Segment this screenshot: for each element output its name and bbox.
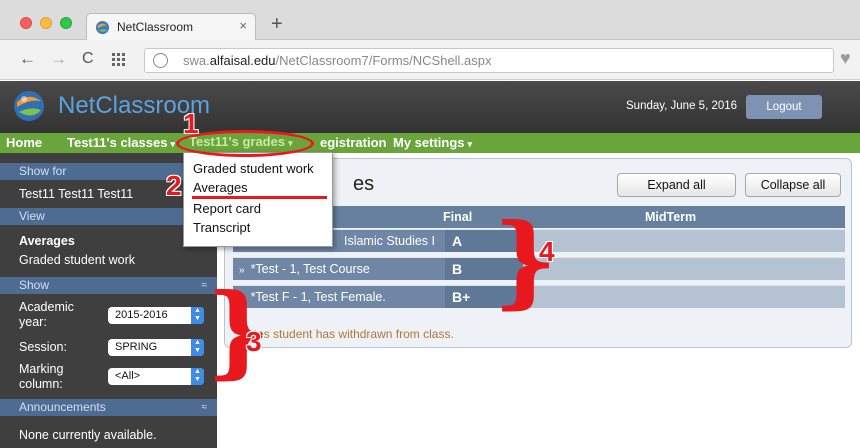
chevron-down-icon: ▾ bbox=[467, 139, 473, 149]
annotation-number-2: 2 bbox=[166, 170, 182, 201]
new-tab-button[interactable]: + bbox=[271, 14, 283, 34]
expand-all-button[interactable]: Expand all bbox=[617, 173, 736, 197]
show-heading[interactable]: Show ≈ bbox=[0, 277, 217, 294]
annotation-number-1: 1 bbox=[183, 108, 199, 139]
menu-registration[interactable]: egistration bbox=[320, 135, 386, 150]
logout-button[interactable]: Logout bbox=[746, 95, 822, 119]
address-bar[interactable]: swa.alfaisal.edu/NetClassroom7/Forms/NCS… bbox=[144, 48, 834, 73]
url-text: swa.alfaisal.edu/NetClassroom7/Forms/NCS… bbox=[183, 53, 492, 68]
dropdown-averages[interactable]: Averages bbox=[193, 180, 248, 195]
view-graded-work-link[interactable]: Graded student work bbox=[19, 253, 135, 267]
academic-year-select[interactable]: 2015-2016 ▲ ▼ bbox=[108, 307, 204, 324]
panel-title: es bbox=[353, 173, 375, 195]
app-header: NetClassroom Sunday, June 5, 2016 Logout bbox=[0, 81, 860, 133]
heart-icon[interactable]: ♥ bbox=[840, 48, 851, 69]
chevron-down-icon: ▾ bbox=[170, 139, 175, 149]
marking-column-select[interactable]: <All> ▲ ▼ bbox=[108, 368, 204, 385]
session-select[interactable]: SPRING ▲ ▼ bbox=[108, 339, 204, 356]
academic-year-label: Academic year: bbox=[19, 300, 74, 329]
column-final: Final bbox=[443, 210, 473, 224]
main-menu-bar: Home Test11's classes ▾ Test11's grades ▾ … bbox=[0, 133, 860, 153]
student-name[interactable]: Test11 Test11 Test11 bbox=[19, 187, 133, 201]
collapse-icon[interactable]: ≈ bbox=[202, 399, 208, 416]
session-label: Session: bbox=[19, 340, 67, 354]
highlight-underline bbox=[192, 196, 327, 199]
annotation-number-3: 3 bbox=[246, 326, 262, 357]
menu-classes[interactable]: Test11's classes ▾ bbox=[67, 135, 175, 150]
marking-column-label: Marking column: bbox=[19, 362, 64, 391]
reload-icon[interactable]: C bbox=[82, 50, 94, 68]
apps-grid-icon[interactable] bbox=[112, 53, 125, 66]
globe-icon bbox=[153, 53, 168, 68]
annotation-number-4: 4 bbox=[539, 236, 555, 267]
menu-home[interactable]: Home bbox=[6, 135, 42, 150]
browser-tab[interactable]: NetClassroom × bbox=[86, 13, 256, 40]
dropdown-transcript[interactable]: Transcript bbox=[193, 220, 250, 235]
close-window-button[interactable] bbox=[20, 17, 32, 29]
select-arrows-icon: ▲ ▼ bbox=[191, 307, 204, 324]
grades-dropdown-menu: Graded student work Averages Report card… bbox=[183, 152, 333, 247]
column-midterm: MidTerm bbox=[645, 210, 697, 224]
minimize-window-button[interactable] bbox=[40, 17, 52, 29]
netclassroom-logo-icon bbox=[14, 91, 44, 121]
select-arrows-icon: ▲ ▼ bbox=[191, 339, 204, 356]
menu-settings[interactable]: My settings ▾ bbox=[393, 135, 472, 150]
tab-title: NetClassroom bbox=[117, 20, 194, 34]
dropdown-report-card[interactable]: Report card bbox=[193, 201, 261, 216]
address-toolbar: ← → C swa.alfaisal.edu/NetClassroom7/For… bbox=[0, 40, 860, 80]
select-arrows-icon: ▲ ▼ bbox=[191, 368, 204, 385]
dropdown-graded-student-work[interactable]: Graded student work bbox=[193, 161, 314, 176]
announcements-text: None currently available. bbox=[19, 428, 157, 442]
announcements-heading[interactable]: Announcements ≈ bbox=[0, 399, 217, 416]
close-tab-icon[interactable]: × bbox=[239, 18, 247, 33]
current-date: Sunday, June 5, 2016 bbox=[626, 100, 738, 112]
back-arrow-icon[interactable]: ← bbox=[19, 50, 36, 68]
forward-arrow-icon[interactable]: → bbox=[50, 50, 67, 68]
netclassroom-favicon-icon bbox=[95, 20, 110, 35]
browser-tab-bar: NetClassroom × + bbox=[0, 0, 860, 40]
maximize-window-button[interactable] bbox=[60, 17, 72, 29]
view-averages-link[interactable]: Averages bbox=[19, 234, 75, 248]
collapse-all-button[interactable]: Collapse all bbox=[745, 173, 841, 197]
